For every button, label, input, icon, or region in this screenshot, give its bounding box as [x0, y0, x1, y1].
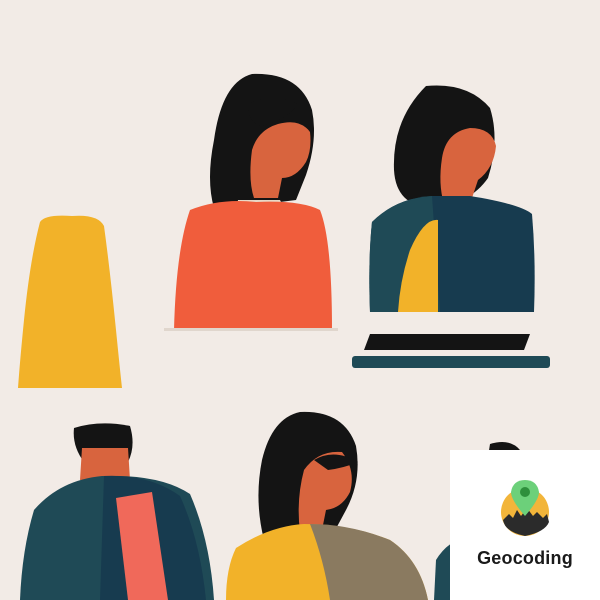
woman-yellow-top: [226, 411, 428, 600]
map-pin-icon: [501, 480, 549, 536]
woman-orange-top: [164, 73, 338, 331]
woman-navy-jacket: [369, 85, 535, 312]
geocoding-badge[interactable]: Geocoding: [450, 450, 600, 600]
laptop: [352, 334, 550, 368]
badge-label: Geocoding: [477, 548, 573, 568]
man-back-view: [20, 423, 214, 600]
yellow-figure: [18, 215, 122, 388]
